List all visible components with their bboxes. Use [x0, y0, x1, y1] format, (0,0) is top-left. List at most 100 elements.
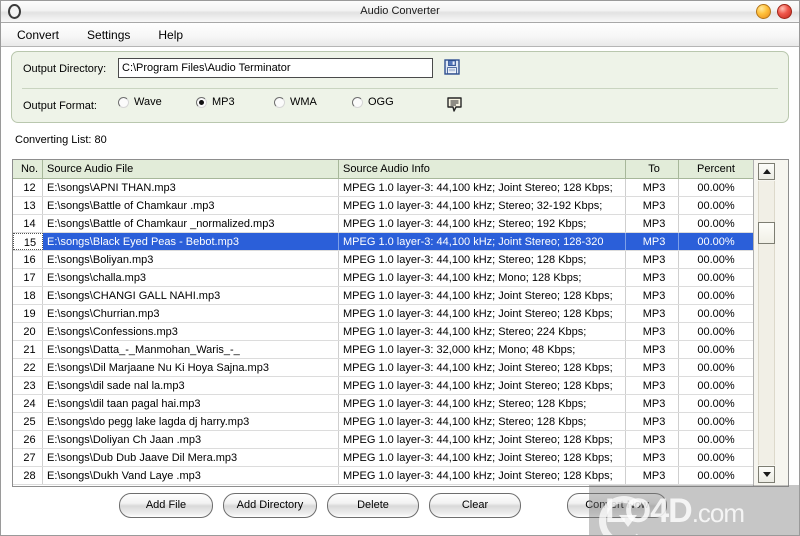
cell-info: MPEG 1.0 layer-3: 44,100 kHz; Joint Ster…: [339, 179, 626, 196]
cell-file: E:\songs\Battle of Chamkaur .mp3: [43, 197, 339, 214]
table-row[interactable]: 23 E:\songs\dil sade nal la.mp3 MPEG 1.0 l…: [13, 377, 753, 395]
output-directory-input[interactable]: [118, 58, 433, 78]
column-header-percent[interactable]: Percent: [679, 160, 749, 178]
table-row[interactable]: 13 E:\songs\Battle of Chamkaur .mp3 MPEG 1…: [13, 197, 753, 215]
cell-file: E:\songs\Datta_-_Manmohan_Waris_-_: [43, 341, 339, 358]
convert-now-button[interactable]: Convert Now: [567, 493, 667, 518]
table-grid: No. Source Audio File Source Audio Info …: [13, 160, 753, 486]
table-header-row: No. Source Audio File Source Audio Info …: [13, 160, 753, 179]
menu-item-help[interactable]: Help: [156, 27, 185, 43]
table-row[interactable]: 20 E:\songs\Confessions.mp3 MPEG 1.0 layer…: [13, 323, 753, 341]
cell-percent: 00.00%: [697, 416, 735, 428]
table-row[interactable]: 17 E:\songs\challa.mp3 MPEG 1.0 layer-3: 4…: [13, 269, 753, 287]
table-row[interactable]: 18 E:\songs\CHANGI GALL NAHI.mp3 MPEG 1.0 …: [13, 287, 753, 305]
cell-no: 20: [13, 323, 43, 340]
minimize-button[interactable]: [756, 4, 771, 19]
cell-info: MPEG 1.0 layer-3: 44,100 kHz; Stereo; 32…: [339, 197, 626, 214]
table-row[interactable]: 19 E:\songs\Churrian.mp3 MPEG 1.0 layer-3:…: [13, 305, 753, 323]
table-row[interactable]: 21 E:\songs\Datta_-_Manmohan_Waris_-_ MPEG…: [13, 341, 753, 359]
cell-info: MPEG 1.0 layer-3: 44,100 kHz; Joint Ster…: [339, 233, 626, 250]
cell-no: 23: [13, 377, 43, 394]
cell-to: MP3: [626, 359, 679, 376]
cell-file: E:\songs\Doliyan Ch Jaan .mp3: [43, 431, 339, 448]
table-row[interactable]: 27 E:\songs\Dub Dub Jaave Dil Mera.mp3 MPE…: [13, 449, 753, 467]
radio-circle-icon: [118, 96, 129, 108]
cell-no: 28: [13, 467, 43, 484]
vertical-scrollbar[interactable]: [753, 160, 788, 486]
radio-option-mp3[interactable]: MP3: [196, 96, 274, 108]
clear-button[interactable]: Clear: [429, 493, 521, 518]
cell-no: 18: [13, 287, 43, 304]
cell-to: MP3: [626, 287, 679, 304]
cell-to: MP3: [626, 341, 679, 358]
column-header-info[interactable]: Source Audio Info: [339, 160, 626, 178]
cell-no: 22: [13, 359, 43, 376]
cell-no: 26: [13, 431, 43, 448]
column-header-to[interactable]: To: [626, 160, 679, 178]
table-row[interactable]: 22 E:\songs\Dil Marjaane Nu Ki Hoya Sajna…: [13, 359, 753, 377]
cell-to: MP3: [626, 305, 679, 322]
cell-file: E:\songs\Boliyan.mp3: [43, 251, 339, 268]
cell-to: MP3: [626, 323, 679, 340]
cell-info: MPEG 1.0 layer-3: 44,100 kHz; Joint Ster…: [339, 377, 626, 394]
table-row[interactable]: 12 E:\songs\APNI THAN.mp3 MPEG 1.0 layer-3…: [13, 179, 753, 197]
radio-option-ogg[interactable]: OGG: [352, 96, 430, 108]
radio-option-wma[interactable]: WMA: [274, 96, 352, 108]
cell-info: MPEG 1.0 layer-3: 44,100 kHz; Joint Ster…: [339, 449, 626, 466]
cell-to: MP3: [626, 215, 679, 232]
column-header-no[interactable]: No.: [13, 160, 43, 178]
cell-no: 19: [13, 305, 43, 322]
converting-list-label: Converting List: 80: [15, 134, 107, 146]
cell-to: MP3: [626, 269, 679, 286]
table-row[interactable]: 24 E:\songs\dil taan pagal hai.mp3 MPEG 1.…: [13, 395, 753, 413]
scroll-down-arrow-icon[interactable]: [758, 466, 775, 483]
cell-to: MP3: [626, 179, 679, 196]
output-format-label: Output Format:: [23, 100, 97, 112]
cell-percent: 00.00%: [697, 344, 735, 356]
scrollbar-thumb[interactable]: [758, 222, 775, 244]
add-file-button[interactable]: Add File: [119, 493, 213, 518]
cell-to: MP3: [626, 449, 679, 466]
cell-no: 15: [13, 233, 43, 250]
radio-label-ogg: OGG: [368, 96, 394, 108]
audio-converter-window: Audio Converter Convert Settings Help Ou…: [0, 0, 800, 536]
table-row[interactable]: 28 E:\songs\Dukh Vand Laye .mp3 MPEG 1.0 l…: [13, 467, 753, 485]
cell-file: E:\songs\dil sade nal la.mp3: [43, 377, 339, 394]
output-options-panel: Output Directory: Output Format: Wave MP…: [11, 51, 789, 123]
cell-no: 21: [13, 341, 43, 358]
table-row[interactable]: 26 E:\songs\Doliyan Ch Jaan .mp3 MPEG 1.0 …: [13, 431, 753, 449]
column-header-file[interactable]: Source Audio File: [43, 160, 339, 178]
menu-item-convert[interactable]: Convert: [15, 27, 61, 43]
floppy-save-icon[interactable]: [444, 59, 460, 75]
cell-percent: 00.00%: [697, 398, 735, 410]
table-row[interactable]: 16 E:\songs\Boliyan.mp3 MPEG 1.0 layer-3: …: [13, 251, 753, 269]
cell-percent: 00.00%: [697, 236, 735, 248]
close-button[interactable]: [777, 4, 792, 19]
cell-to: MP3: [626, 431, 679, 448]
output-format-radio-group: Wave MP3 WMA OGG: [118, 96, 430, 108]
add-directory-button[interactable]: Add Directory: [223, 493, 317, 518]
cell-file: E:\songs\Battle of Chamkaur _normalized.…: [43, 215, 339, 232]
table-row[interactable]: 15 E:\songs\Black Eyed Peas - Bebot.mp3 MP…: [13, 233, 753, 251]
cell-no: 17: [13, 269, 43, 286]
cell-to: MP3: [626, 413, 679, 430]
cell-info: MPEG 1.0 layer-3: 44,100 kHz; Stereo; 19…: [339, 215, 626, 232]
scroll-up-arrow-icon[interactable]: [758, 163, 775, 180]
cell-percent: 00.00%: [697, 200, 735, 212]
menu-item-settings[interactable]: Settings: [85, 27, 132, 43]
radio-circle-icon: [274, 96, 285, 108]
title-bar: Audio Converter: [1, 1, 799, 23]
delete-button[interactable]: Delete: [327, 493, 419, 518]
cell-percent: 00.00%: [697, 290, 735, 302]
cell-info: MPEG 1.0 layer-3: 44,100 kHz; Mono; 128 …: [339, 269, 626, 286]
table-body: 12 E:\songs\APNI THAN.mp3 MPEG 1.0 layer-3…: [13, 179, 753, 485]
window-title: Audio Converter: [360, 5, 440, 17]
cell-to: MP3: [626, 197, 679, 214]
table-row[interactable]: 25 E:\songs\do pegg lake lagda dj harry.m…: [13, 413, 753, 431]
cell-no: 27: [13, 449, 43, 466]
cell-to: MP3: [626, 251, 679, 268]
cell-info: MPEG 1.0 layer-3: 32,000 kHz; Mono; 48 K…: [339, 341, 626, 358]
table-row[interactable]: 14 E:\songs\Battle of Chamkaur _normalize…: [13, 215, 753, 233]
speech-bubble-icon[interactable]: [446, 96, 463, 113]
radio-option-wave[interactable]: Wave: [118, 96, 196, 108]
